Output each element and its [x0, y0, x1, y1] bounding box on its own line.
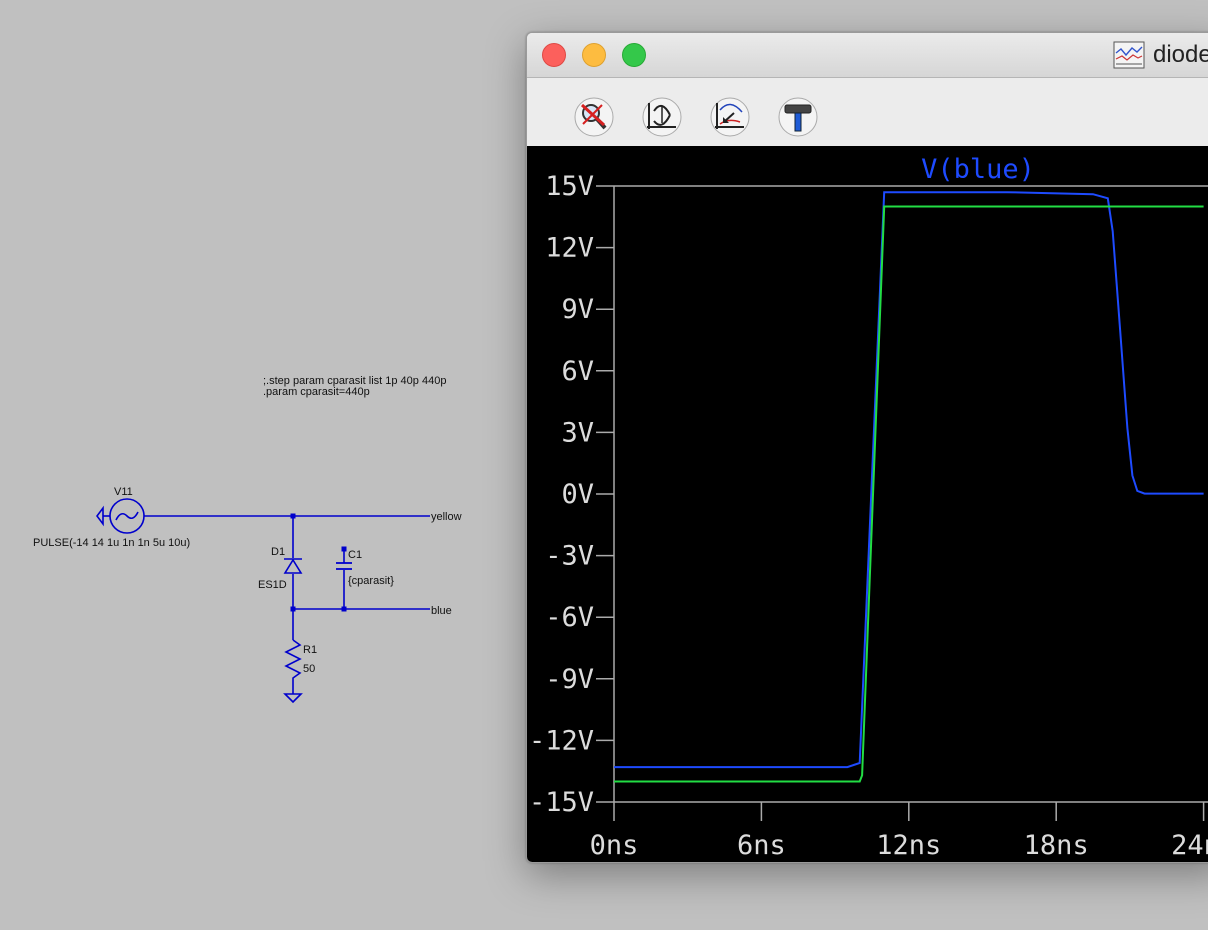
schematic-canvas[interactable]: ;.step param cparasit list 1p 40p 440p .…: [0, 0, 520, 930]
plot-pane[interactable]: V(blue) 15V 12V 9V 6V 3V 0V -3V -6V -9V -12V -15V …: [527, 146, 1208, 862]
trace-v-blue: [614, 191, 1204, 769]
y-tick-label: -15V: [529, 787, 594, 818]
zoom-button[interactable]: [622, 43, 646, 67]
net-label-blue[interactable]: blue: [431, 605, 452, 617]
net-label-yellow[interactable]: yellow: [431, 511, 462, 523]
ground-icon: [283, 693, 303, 704]
y-axis: 15V 12V 9V 6V 3V 0V -3V -6V -9V -12V -15V: [529, 171, 614, 818]
zoom-back-icon[interactable]: [710, 97, 750, 137]
plot-frame: [613, 185, 1208, 803]
traces: [614, 191, 1204, 783]
window-title: diode: [1153, 41, 1208, 68]
close-button[interactable]: [542, 43, 566, 67]
y-tick-label: 0V: [561, 479, 594, 510]
y-tick-label: -12V: [529, 725, 594, 756]
trace-title[interactable]: V(blue): [921, 154, 1035, 185]
autorange-icon[interactable]: [642, 97, 682, 137]
waveform-plot[interactable]: V(blue) 15V12V9V6V3V0V-3V-6V-9V-12V-15V …: [527, 146, 1208, 862]
minimize-button[interactable]: [582, 43, 606, 67]
x-axis: 0ns 6ns 12ns 18ns 24ns: [590, 802, 1208, 861]
waveform-window: diode V(blue) 15V 12V 9V 6V 3V 0V -3V -6…: [526, 32, 1208, 863]
y-tick-label: -6V: [545, 602, 594, 633]
x-tick-label: 0ns: [590, 830, 639, 861]
resistor-r1[interactable]: [284, 639, 302, 694]
y-tick-label: 6V: [561, 356, 594, 387]
source-name-label: V11: [114, 486, 133, 498]
toolbar: [527, 78, 1208, 146]
diode-d1[interactable]: [283, 558, 303, 574]
voltage-source-v11[interactable]: [96, 498, 145, 534]
spice-directive-param[interactable]: .param cparasit=440p: [263, 386, 370, 398]
y-tick-label: 9V: [561, 294, 594, 325]
window-titlebar[interactable]: diode: [527, 33, 1208, 78]
resistor-value-label[interactable]: 50: [303, 663, 315, 675]
x-tick-label: 12ns: [876, 830, 941, 861]
x-tick-label: 6ns: [737, 830, 786, 861]
zoom-cancel-icon[interactable]: [574, 97, 614, 137]
source-value-label[interactable]: PULSE(-14 14 1u 1n 1n 5u 10u): [33, 537, 190, 549]
resistor-name-label: R1: [303, 644, 317, 656]
y-tick-label: 12V: [545, 233, 594, 264]
y-tick-label: 3V: [561, 417, 594, 448]
cap-value-label[interactable]: {cparasit}: [348, 575, 394, 587]
y-tick-label: -9V: [545, 664, 594, 695]
waveform-document-icon: [1113, 41, 1145, 69]
trace-v-yellow: [614, 205, 1204, 783]
y-tick-label: -3V: [545, 541, 594, 572]
capacitor-c1[interactable]: [336, 562, 352, 570]
y-tick-label: 15V: [545, 171, 594, 202]
settings-hammer-icon[interactable]: [778, 97, 818, 137]
x-tick-label: 18ns: [1024, 830, 1089, 861]
diode-model-label[interactable]: ES1D: [258, 579, 287, 591]
x-tick-label: 24ns: [1171, 830, 1208, 861]
diode-name-label: D1: [271, 546, 285, 558]
cap-name-label: C1: [348, 549, 362, 561]
